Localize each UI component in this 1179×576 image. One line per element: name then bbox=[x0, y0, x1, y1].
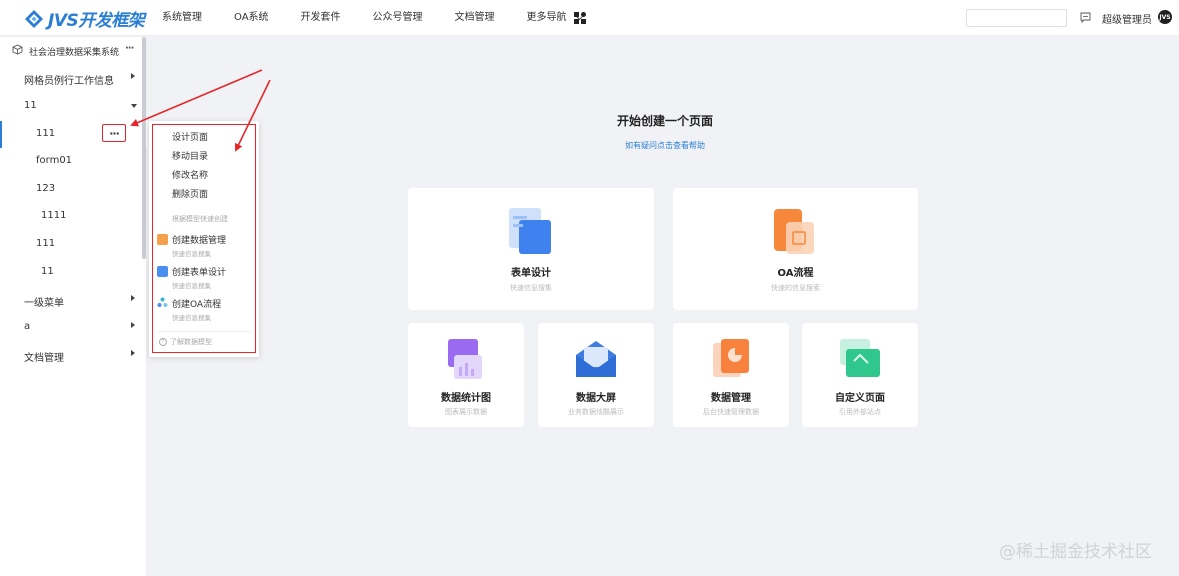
sidebar-item-11[interactable]: 11 bbox=[0, 93, 147, 120]
app-logo[interactable]: JVS开发框架 bbox=[24, 6, 145, 31]
caret-right-icon bbox=[131, 295, 135, 301]
sidebar-item-label: 网格员例行工作信息 bbox=[24, 76, 114, 87]
logo-text: JVS开发框架 bbox=[48, 11, 145, 31]
cube-icon bbox=[12, 44, 23, 55]
card-title: OA流程 bbox=[777, 268, 814, 279]
watermark: @稀土掘金技术社区 bbox=[999, 542, 1152, 562]
logo-diamond-icon bbox=[25, 9, 43, 28]
menu-divider bbox=[158, 331, 250, 332]
sidebar-item-form01[interactable]: form01 bbox=[0, 148, 147, 175]
help-link[interactable]: 如有疑问点击查看帮助 bbox=[560, 140, 770, 151]
top-bar: JVS开发框架 系统管理 OA系统 开发套件 公众号管理 文档管理 更多导航 超… bbox=[0, 0, 1179, 36]
caret-right-icon bbox=[131, 73, 135, 79]
sidebar-item-label: 11 bbox=[41, 266, 54, 277]
user-name[interactable]: 超级管理员 bbox=[1102, 11, 1152, 26]
menu-item-rename[interactable]: 修改名称 bbox=[172, 168, 208, 181]
help-icon: ? bbox=[159, 338, 167, 346]
avatar[interactable]: JVS bbox=[1158, 10, 1172, 24]
menu-item-create-data-manage[interactable]: 创建数据管理 bbox=[172, 233, 226, 246]
form-small-icon bbox=[157, 266, 168, 277]
caret-right-icon bbox=[131, 350, 135, 356]
item-more-button[interactable]: ··· bbox=[102, 124, 126, 142]
sidebar-item-label: 11 bbox=[24, 100, 37, 111]
search-input[interactable] bbox=[966, 9, 1067, 27]
card-title: 数据统计图 bbox=[441, 393, 491, 404]
card-title: 自定义页面 bbox=[835, 393, 885, 404]
sidebar-header-more-button[interactable]: ··· bbox=[125, 43, 134, 54]
sidebar-item-a[interactable]: a bbox=[0, 314, 147, 341]
app-grid-icon[interactable] bbox=[574, 12, 586, 24]
nav-more[interactable]: 更多导航 bbox=[511, 0, 600, 36]
card-title: 表单设计 bbox=[511, 268, 551, 279]
sidebar-item-123[interactable]: 123 bbox=[0, 176, 147, 203]
menu-item-move-directory[interactable]: 移动目录 bbox=[172, 149, 208, 162]
sidebar-item-label: 文档管理 bbox=[24, 353, 64, 364]
card-data-chart[interactable]: 数据统计图 图表展示数据 bbox=[408, 323, 524, 427]
menu-item-sub: 快速信息搜集 bbox=[172, 282, 211, 290]
menu-item-sub: 快速信息搜集 bbox=[172, 250, 211, 258]
card-desc: 图表展示数据 bbox=[445, 408, 487, 416]
menu-item-create-form[interactable]: 创建表单设计 bbox=[172, 265, 226, 278]
custom-page-icon bbox=[840, 339, 880, 377]
card-oa-flow[interactable]: OA流程 快速的信息搜索 bbox=[673, 188, 918, 310]
nav-item-public-account[interactable]: 公众号管理 bbox=[357, 0, 439, 36]
sidebar-item-label: 111 bbox=[36, 238, 56, 249]
sidebar-item-level1-menu[interactable]: 一级菜单 bbox=[0, 287, 147, 314]
card-desc: 后台快速管理数据 bbox=[703, 408, 759, 416]
card-title: 数据大屏 bbox=[576, 393, 616, 404]
oa-flow-icon bbox=[774, 209, 814, 254]
menu-section-label: 根据模型快速创建 bbox=[172, 215, 228, 223]
big-screen-icon bbox=[576, 341, 616, 377]
sidebar-item-11b[interactable]: 11 bbox=[0, 259, 147, 286]
message-icon[interactable] bbox=[1080, 12, 1091, 23]
sidebar-item-111-active[interactable]: 111 ··· bbox=[0, 121, 147, 148]
card-desc: 引用外部站点 bbox=[839, 408, 881, 416]
sidebar-scrollbar[interactable] bbox=[142, 37, 146, 259]
sidebar-item-111b[interactable]: 111 bbox=[0, 231, 147, 258]
caret-right-icon bbox=[131, 322, 135, 328]
nav-more-label: 更多导航 bbox=[526, 12, 567, 23]
sidebar-header: 社会治理数据采集系统 ··· bbox=[0, 37, 147, 65]
card-title: 数据管理 bbox=[711, 393, 751, 404]
sidebar-item-1111[interactable]: 1111 bbox=[0, 203, 147, 230]
sidebar-item-label: 123 bbox=[36, 183, 56, 194]
page-title: 开始创建一个页面 bbox=[616, 114, 713, 128]
sidebar-item-label: 一级菜单 bbox=[24, 298, 64, 309]
card-form-design[interactable]: 表单设计 快速信息搜集 bbox=[408, 188, 654, 310]
form-design-icon bbox=[509, 208, 551, 254]
card-data-manage[interactable]: 数据管理 后台快速管理数据 bbox=[673, 323, 789, 427]
sidebar-item-docs[interactable]: 文档管理 bbox=[0, 342, 147, 369]
main-nav: 系统管理 OA系统 开发套件 公众号管理 文档管理 更多导航 bbox=[150, 0, 600, 36]
card-desc: 业务数据炫酷展示 bbox=[568, 408, 624, 416]
menu-item-delete-page[interactable]: 删除页面 bbox=[172, 187, 208, 200]
menu-item-create-oa[interactable]: 创建OA流程 bbox=[172, 297, 221, 310]
nav-item-docs[interactable]: 文档管理 bbox=[439, 0, 511, 36]
sidebar-item-label: 111 bbox=[36, 128, 56, 139]
data-manage-icon bbox=[713, 339, 749, 377]
recycle-flow-icon bbox=[157, 297, 168, 307]
card-desc: 快速的信息搜索 bbox=[771, 284, 820, 292]
card-custom-page[interactable]: 自定义页面 引用外部站点 bbox=[802, 323, 918, 427]
nav-item-system[interactable]: 系统管理 bbox=[150, 0, 218, 36]
sidebar-item-grid-work[interactable]: 网格员例行工作信息 bbox=[0, 65, 147, 92]
caret-down-icon bbox=[131, 104, 137, 108]
sidebar-item-label: 1111 bbox=[41, 210, 67, 221]
active-indicator bbox=[0, 121, 2, 148]
sidebar: 社会治理数据采集系统 ··· 网格员例行工作信息 11 111 ··· form… bbox=[0, 37, 147, 576]
sidebar-item-label: a bbox=[24, 321, 31, 332]
menu-help-link[interactable]: ? 了解数据模型 bbox=[159, 337, 212, 347]
data-manage-small-icon bbox=[157, 234, 168, 245]
menu-help-label: 了解数据模型 bbox=[170, 338, 212, 346]
card-big-screen[interactable]: 数据大屏 业务数据炫酷展示 bbox=[538, 323, 654, 427]
card-desc: 快速信息搜集 bbox=[510, 284, 552, 292]
nav-item-oa[interactable]: OA系统 bbox=[218, 0, 285, 36]
menu-item-sub: 快速信息搜集 bbox=[172, 314, 211, 322]
chart-icon bbox=[448, 339, 482, 379]
menu-item-design-page[interactable]: 设计页面 bbox=[172, 130, 208, 143]
sidebar-item-label: form01 bbox=[36, 155, 73, 166]
nav-item-dev-kit[interactable]: 开发套件 bbox=[285, 0, 357, 36]
sidebar-app-title: 社会治理数据采集系统 bbox=[29, 48, 120, 58]
arrow-to-more-button bbox=[130, 69, 263, 127]
